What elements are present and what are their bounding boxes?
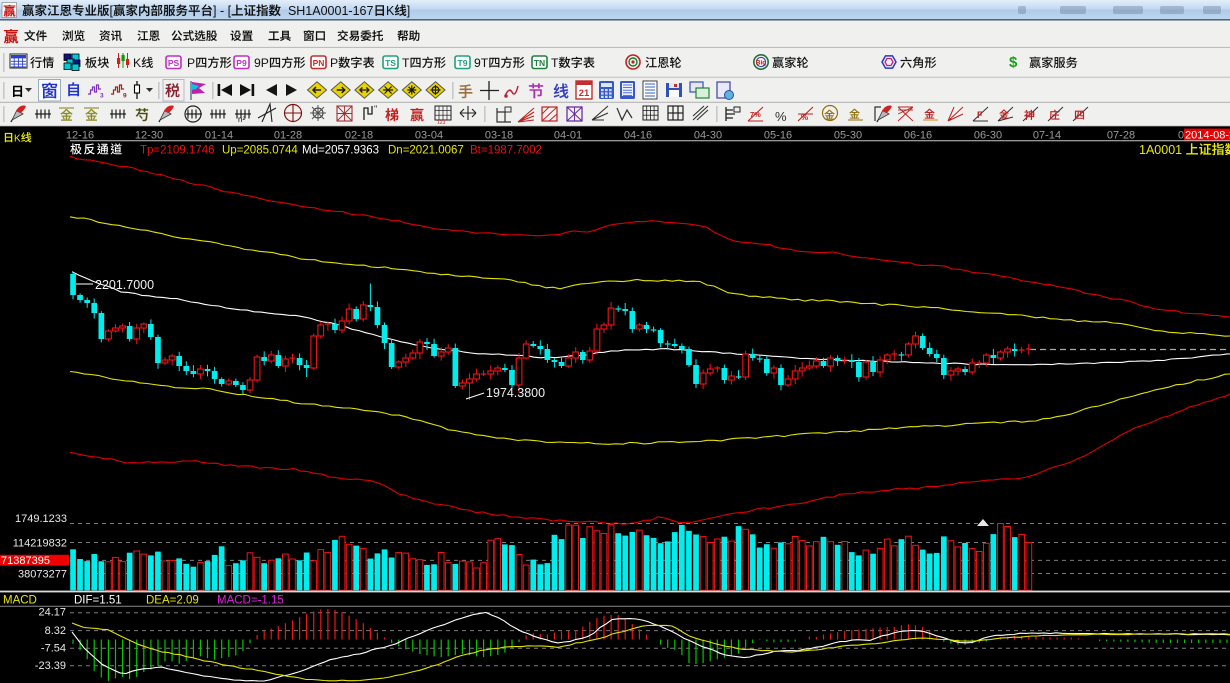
svg-text:Bt=1987.7002: Bt=1987.7002 [470, 145, 542, 157]
svg-text:04-16: 04-16 [624, 130, 652, 142]
svg-text:-23.39: -23.39 [35, 660, 66, 672]
svg-text:2201.7000: 2201.7000 [95, 278, 154, 292]
svg-text:1749.1233: 1749.1233 [15, 513, 67, 525]
svg-text:K: K [14, 134, 21, 145]
svg-text:9P: 9P [254, 56, 269, 70]
svg-text:9: 9 [123, 93, 127, 100]
svg-text:7%: 7% [750, 110, 761, 119]
svg-text:01-28: 01-28 [274, 130, 302, 142]
svg-text:12-30: 12-30 [135, 130, 163, 142]
svg-text:PN: PN [313, 58, 325, 68]
svg-text:TN: TN [534, 58, 545, 68]
svg-text:]: ] [407, 4, 410, 18]
svg-text:04-30: 04-30 [694, 130, 722, 142]
svg-text:1974.3800: 1974.3800 [486, 386, 545, 400]
svg-text:%: % [801, 113, 808, 122]
svg-text:-7.54: -7.54 [41, 643, 66, 655]
svg-text:SH1A0001-167: SH1A0001-167 [281, 4, 373, 18]
svg-text:06-30: 06-30 [974, 130, 1002, 142]
svg-text:TS: TS [385, 58, 396, 68]
svg-text:Dn=2021.0067: Dn=2021.0067 [388, 145, 464, 157]
svg-text:PS: PS [168, 58, 180, 68]
svg-text:3: 3 [100, 93, 104, 100]
svg-text:07-14: 07-14 [1033, 130, 1061, 142]
svg-text:P: P [330, 56, 338, 70]
svg-text:MACD: MACD [3, 595, 37, 607]
svg-text:MACD=-1.15: MACD=-1.15 [217, 595, 284, 607]
svg-text:21: 21 [579, 88, 590, 99]
svg-text:05-30: 05-30 [834, 130, 862, 142]
svg-text:%: % [775, 109, 787, 124]
svg-text:K: K [386, 4, 395, 18]
svg-text:DEA=2.09: DEA=2.09 [146, 595, 199, 607]
svg-text:T: T [402, 56, 410, 70]
svg-text:24.17: 24.17 [38, 607, 66, 619]
svg-text:123: 123 [437, 120, 446, 126]
svg-text:Md=2057.9363: Md=2057.9363 [302, 145, 379, 157]
svg-text:01-14: 01-14 [205, 130, 233, 142]
svg-text:2014-08-2: 2014-08-2 [1185, 129, 1230, 141]
svg-text:T9: T9 [458, 58, 468, 68]
svg-text:02-18: 02-18 [345, 130, 373, 142]
svg-text:114219832: 114219832 [13, 537, 67, 549]
svg-text:P: P [187, 56, 195, 70]
svg-text:71387395: 71387395 [1, 555, 50, 567]
svg-text:] - [: ] - [ [213, 4, 232, 18]
svg-text:": " [374, 104, 377, 114]
svg-text:06-16: 06-16 [904, 130, 932, 142]
svg-text:05-16: 05-16 [764, 130, 792, 142]
svg-text:P9: P9 [236, 58, 247, 68]
svg-text:Up=2085.0744: Up=2085.0744 [222, 145, 298, 157]
svg-text:1A0001: 1A0001 [1139, 143, 1186, 157]
svg-text:12-16: 12-16 [66, 130, 94, 142]
svg-text:n²: n² [238, 115, 245, 124]
svg-text:T: T [551, 56, 559, 70]
svg-text:K: K [133, 56, 141, 70]
svg-text:0: 0 [1178, 130, 1184, 142]
svg-text:Big: Big [756, 60, 767, 67]
svg-text:03-04: 03-04 [415, 130, 443, 142]
svg-text:04-01: 04-01 [554, 130, 582, 142]
svg-text:8.32: 8.32 [45, 625, 66, 637]
svg-text:Tp=2109.1746: Tp=2109.1746 [140, 145, 215, 157]
svg-text:F: F [977, 110, 983, 120]
svg-text:DIF=1.51: DIF=1.51 [74, 595, 122, 607]
svg-text:03-18: 03-18 [485, 130, 513, 142]
svg-text:[: [ [110, 4, 114, 18]
svg-text:9T: 9T [474, 56, 489, 70]
svg-text:38073277: 38073277 [18, 568, 67, 580]
svg-text:07-28: 07-28 [1107, 130, 1135, 142]
svg-text:$: $ [1009, 54, 1018, 71]
